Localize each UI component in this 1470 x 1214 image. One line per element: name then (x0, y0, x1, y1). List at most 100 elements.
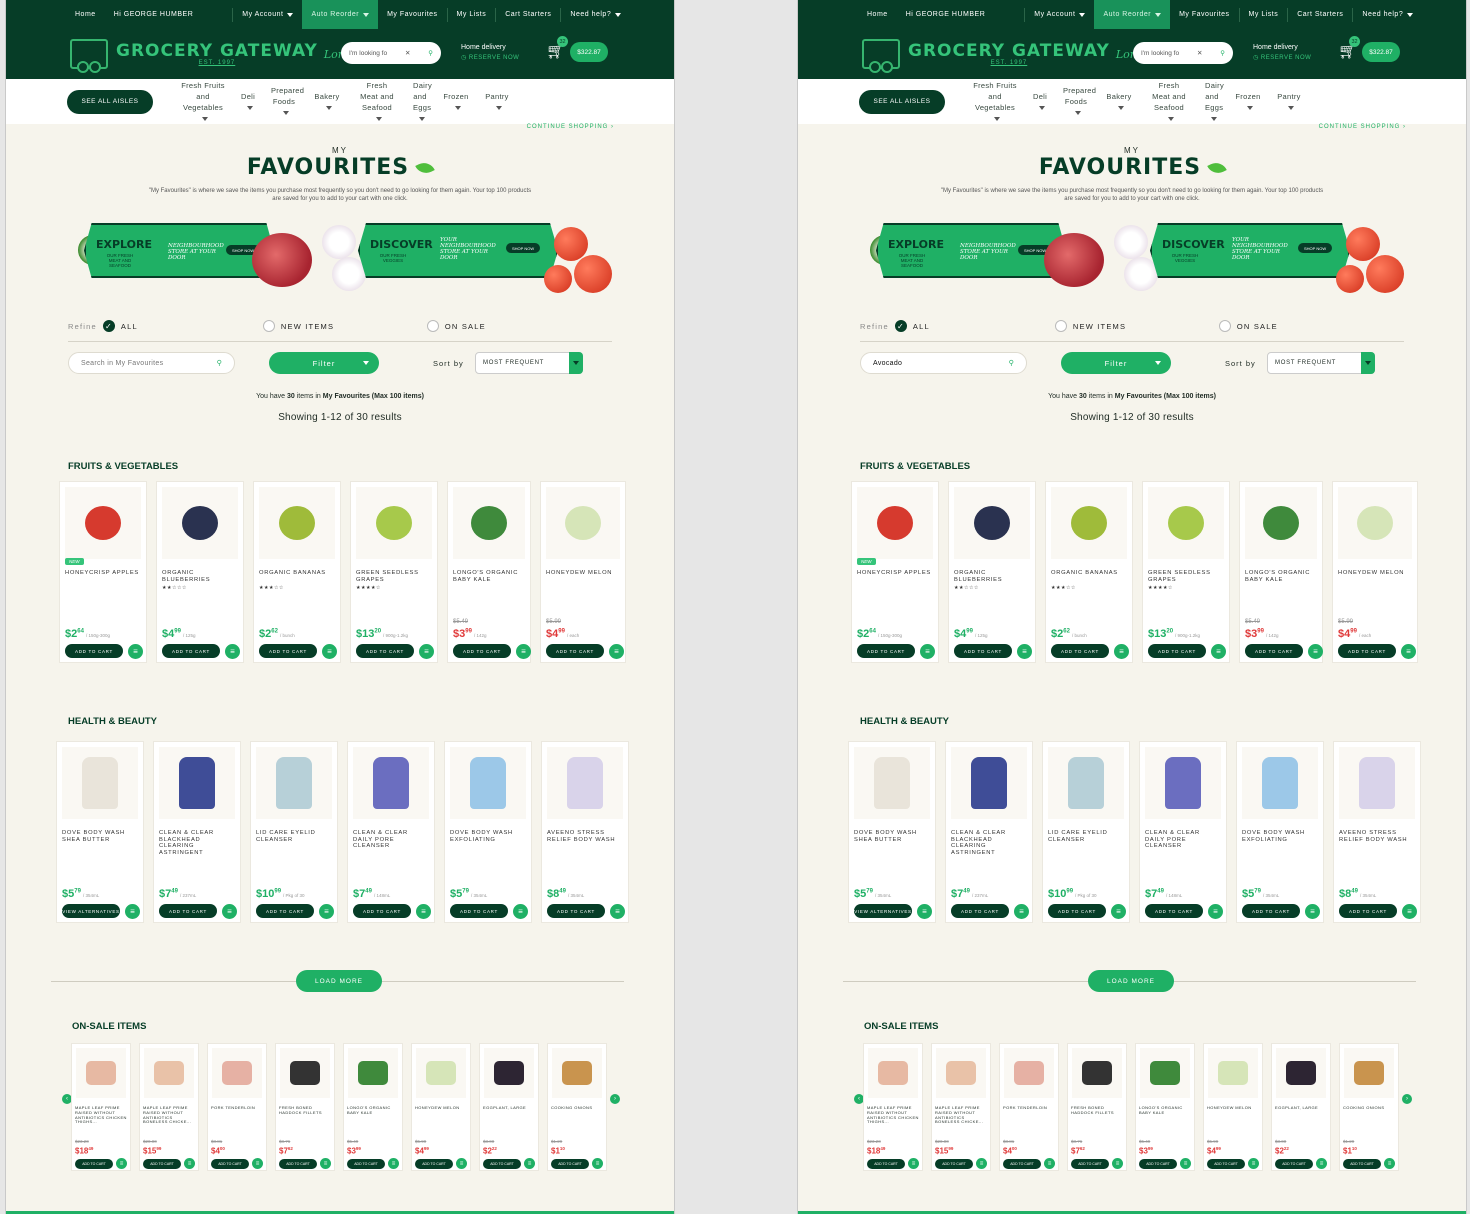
product-name[interactable]: FRESH BONED HADDOCK FILLETS (1071, 1105, 1124, 1116)
product-card[interactable]: ORGANIC BANANAS ★★★☆☆ $262/ bunch ADD TO… (1045, 481, 1133, 663)
search-icon[interactable]: ⚲ (1220, 49, 1225, 57)
filter-button[interactable]: Filter (1061, 352, 1171, 374)
product-image[interactable] (144, 1048, 194, 1098)
add-to-list-icon[interactable]: ≡ (125, 904, 140, 919)
product-image[interactable] (547, 747, 623, 819)
product-image[interactable] (1072, 1048, 1122, 1098)
product-name[interactable]: ORGANIC BLUEBERRIES (162, 570, 238, 583)
sale-card[interactable]: EGGPLANT, LARGE $3.00 $222 ADD TO CART ≡ (1271, 1043, 1331, 1171)
add-to-cart-button[interactable]: ADD TO CART (551, 1159, 589, 1169)
add-to-cart-button[interactable]: ADD TO CART (353, 904, 411, 918)
check-icon[interactable]: ✓ (894, 320, 907, 332)
add-to-cart-button[interactable]: ADD TO CART (1148, 644, 1206, 658)
add-to-list-icon[interactable]: ≡ (592, 1158, 603, 1169)
add-to-cart-button[interactable]: ADD TO CART (143, 1159, 181, 1169)
carousel-next-icon[interactable]: › (1402, 1094, 1412, 1104)
cart-total-button[interactable]: $322.87 (1362, 42, 1400, 62)
product-name[interactable]: HONEYDEW MELON (1338, 570, 1412, 577)
add-to-list-icon[interactable]: ≡ (1316, 1158, 1327, 1169)
add-to-cart-button[interactable]: ADD TO CART (1242, 904, 1300, 918)
explore-banner[interactable]: EXPLORE OUR FRESH MEAT AND SEAFOOD NEIGH… (876, 223, 1066, 278)
nav-item[interactable]: Prepared Foods (1055, 85, 1097, 118)
sale-card[interactable]: EGGPLANT, LARGE $3.00 $222 ADD TO CART ≡ (479, 1043, 539, 1171)
sale-card[interactable]: FRESH BONED HADDOCK FILLETS $8.76 $762 A… (1067, 1043, 1127, 1171)
auto-reorder-menu[interactable]: Auto Reorder (302, 0, 379, 29)
add-to-cart-button[interactable]: ADD TO CART (1275, 1159, 1313, 1169)
add-to-cart-button[interactable]: ADD TO CART (935, 1159, 973, 1169)
add-to-cart-button[interactable]: ADD TO CART (546, 644, 604, 658)
sale-card[interactable]: MAPLE LEAF PRIME RAISED WITHOUT ANTIBIOT… (139, 1043, 199, 1171)
add-to-list-icon[interactable]: ≡ (1211, 644, 1226, 659)
product-image[interactable] (1344, 1048, 1394, 1098)
truck-logo-icon[interactable] (70, 39, 108, 73)
add-to-list-icon[interactable]: ≡ (524, 1158, 535, 1169)
product-name[interactable]: MAPLE LEAF PRIME RAISED WITHOUT ANTIBIOT… (143, 1105, 196, 1125)
my-lists-link[interactable]: My Lists (448, 0, 496, 29)
product-card[interactable]: DOVE BODY WASH EXFOLIATING $579/ 354mL A… (444, 741, 532, 923)
product-name[interactable]: HONEYDEW MELON (546, 570, 620, 577)
check-icon[interactable]: ✓ (102, 320, 115, 332)
product-image[interactable] (857, 487, 933, 559)
product-image[interactable] (356, 487, 432, 559)
add-to-cart-button[interactable]: VIEW ALTERNATIVES (854, 904, 912, 918)
product-name[interactable]: LONGO'S ORGANIC BABY KALE (1139, 1105, 1192, 1116)
nav-item[interactable]: Dairy and Eggs (405, 80, 435, 124)
add-to-cart-button[interactable]: ADD TO CART (1343, 1159, 1381, 1169)
add-to-list-icon[interactable]: ≡ (1305, 904, 1320, 919)
add-to-list-icon[interactable]: ≡ (1014, 904, 1029, 919)
product-card[interactable]: NEW HONEYCRISP APPLES $264/ 150g-300g AD… (59, 481, 147, 663)
product-image[interactable] (1208, 1048, 1258, 1098)
product-image[interactable] (484, 1048, 534, 1098)
add-to-list-icon[interactable]: ≡ (1248, 1158, 1259, 1169)
add-to-list-icon[interactable]: ≡ (610, 904, 625, 919)
site-logo[interactable]: GROCERY GATEWAY EST. 1997 (116, 42, 318, 66)
delivery-info[interactable]: Home delivery ◷ RESERVE NOW (461, 43, 519, 63)
nav-item[interactable]: Dairy and Eggs (1197, 80, 1227, 124)
product-name[interactable]: LONGO'S ORGANIC BABY KALE (1245, 570, 1317, 583)
clear-icon[interactable]: ✕ (1197, 49, 1202, 57)
search-icon[interactable]: ⚲ (217, 359, 222, 367)
product-image[interactable] (951, 747, 1027, 819)
shop-now-button[interactable]: SHOP NOW (1298, 243, 1333, 253)
product-card[interactable]: ORGANIC BANANAS ★★★☆☆ $262/ bunch ADD TO… (253, 481, 341, 663)
product-name[interactable]: DOVE BODY WASH SHEA BUTTER (854, 830, 930, 843)
sale-card[interactable]: MAPLE LEAF PRIME RAISED WITHOUT ANTIBIOT… (863, 1043, 923, 1171)
add-to-list-icon[interactable]: ≡ (222, 904, 237, 919)
add-to-list-icon[interactable]: ≡ (184, 1158, 195, 1169)
add-to-list-icon[interactable]: ≡ (1112, 1158, 1123, 1169)
sale-card[interactable]: MAPLE LEAF PRIME RAISED WITHOUT ANTIBIOT… (931, 1043, 991, 1171)
my-account-menu[interactable]: My Account (233, 0, 302, 29)
product-name[interactable]: LID CARE EYELID CLEANSER (256, 830, 332, 843)
sale-card[interactable]: LONGO'S ORGANIC BABY KALE $5.49 $399 ADD… (343, 1043, 403, 1171)
product-name[interactable]: LID CARE EYELID CLEANSER (1048, 830, 1124, 843)
nav-item[interactable]: Bakery (1097, 91, 1141, 113)
radio-circle-icon[interactable] (1054, 320, 1067, 332)
sale-card[interactable]: HONEYDEW MELON $5.99 $499 ADD TO CART ≡ (1203, 1043, 1263, 1171)
refine-all-option[interactable]: ✓ ALL (894, 320, 1055, 332)
nav-item[interactable]: Fresh Meat and Seafood (349, 80, 405, 124)
product-image[interactable] (1140, 1048, 1190, 1098)
add-to-list-icon[interactable]: ≡ (322, 644, 337, 659)
refine-all-option[interactable]: ✓ ALL (102, 320, 263, 332)
shop-now-button[interactable]: SHOP NOW (506, 243, 541, 253)
product-name[interactable]: FRESH BONED HADDOCK FILLETS (279, 1105, 332, 1116)
add-to-cart-button[interactable]: ADD TO CART (1245, 644, 1303, 658)
add-to-cart-button[interactable]: ADD TO CART (65, 644, 123, 658)
product-name[interactable]: DOVE BODY WASH EXFOLIATING (450, 830, 526, 843)
add-to-list-icon[interactable]: ≡ (920, 644, 935, 659)
nav-item[interactable]: Pantry (477, 91, 517, 113)
sale-card[interactable]: FRESH BONED HADDOCK FILLETS $8.76 $762 A… (275, 1043, 335, 1171)
product-card[interactable]: CLEAN & CLEAR DAILY PORE CLEANSER $749/ … (1139, 741, 1227, 923)
product-name[interactable]: COOKING ONIONS (1343, 1105, 1396, 1111)
add-to-cart-button[interactable]: ADD TO CART (483, 1159, 521, 1169)
load-more-button[interactable]: LOAD MORE (296, 970, 382, 992)
product-image[interactable] (854, 747, 930, 819)
product-name[interactable]: LONGO'S ORGANIC BABY KALE (453, 570, 525, 583)
product-card[interactable]: DOVE BODY WASH EXFOLIATING $579/ 354mL A… (1236, 741, 1324, 923)
see-all-aisles-button[interactable]: SEE ALL AISLES (859, 89, 945, 114)
add-to-list-icon[interactable]: ≡ (1111, 904, 1126, 919)
product-image[interactable] (1148, 487, 1224, 559)
site-logo[interactable]: GROCERY GATEWAY EST. 1997 (908, 42, 1110, 66)
add-to-list-icon[interactable]: ≡ (976, 1158, 987, 1169)
cart-total-button[interactable]: $322.87 (570, 42, 608, 62)
